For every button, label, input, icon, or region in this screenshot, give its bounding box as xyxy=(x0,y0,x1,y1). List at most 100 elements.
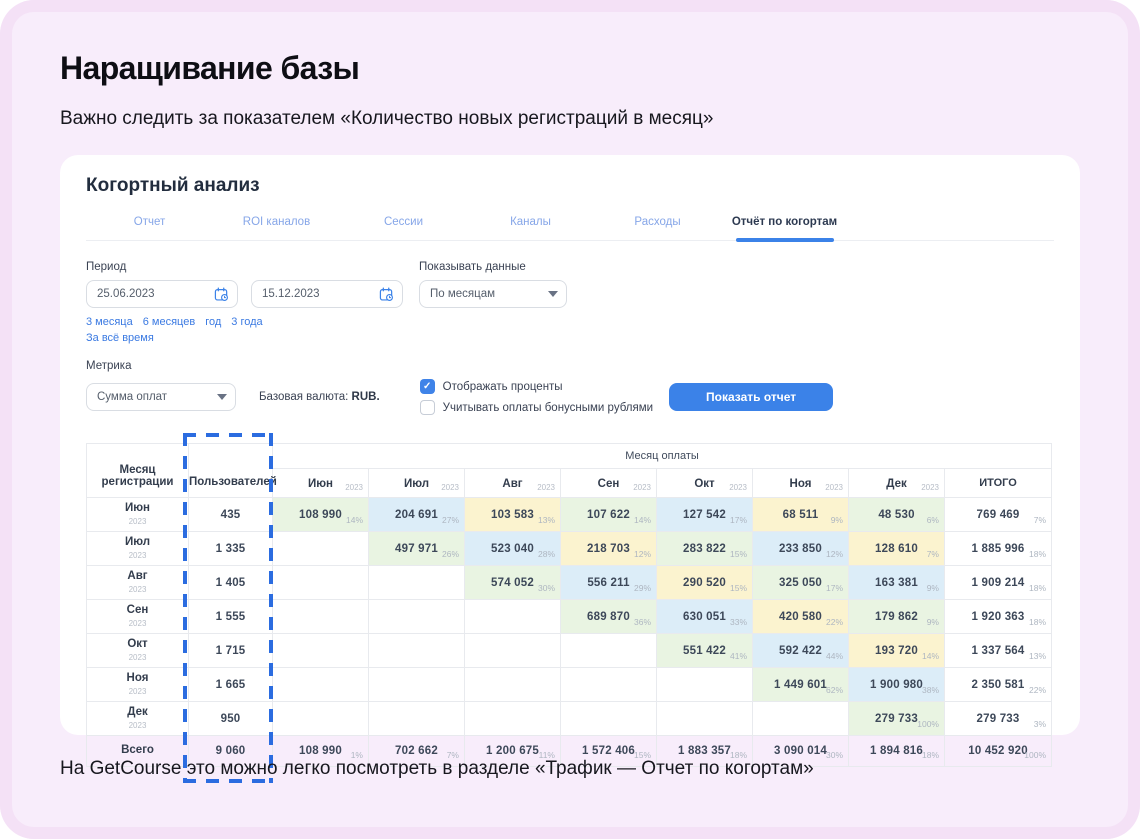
tab-bar: ОтчетROI каналовСессииКаналыРасходыОтчёт… xyxy=(86,210,848,240)
table-row: Авг20231 405574 05230%556 21129%290 5201… xyxy=(87,566,1052,600)
page-title: Наращивание базы xyxy=(60,50,359,87)
period-group: Период 25.06.2023 15.12.2023 xyxy=(86,261,403,344)
cohort-cell xyxy=(369,600,465,634)
calendar-icon[interactable] xyxy=(379,287,394,302)
base-currency: Базовая валюта: RUB. xyxy=(259,391,380,403)
column-header-Сен: Сен2023 xyxy=(561,469,657,498)
table-row: Июл20231 335497 97126%523 04028%218 7031… xyxy=(87,532,1052,566)
cohort-cell xyxy=(369,668,465,702)
row-header: Июл2023 xyxy=(87,532,189,566)
quick-range-1[interactable]: 6 месяцев xyxy=(143,316,195,328)
cohort-cell: 1 900 98038% xyxy=(849,668,945,702)
cohort-cell xyxy=(465,634,561,668)
cohort-cell: 68 5119% xyxy=(753,498,849,532)
checkbox-checked-icon[interactable]: ✓ xyxy=(420,379,435,394)
checkbox-show-percents-label: Отображать проценты xyxy=(443,381,563,393)
tab-kanaly[interactable]: Каналы xyxy=(467,210,594,240)
metric-value: Сумма оплат xyxy=(97,391,167,403)
cohort-cell: 108 99014% xyxy=(273,498,369,532)
row-header: Авг2023 xyxy=(87,566,189,600)
cohort-cell xyxy=(273,532,369,566)
users-cell: 950 xyxy=(189,702,273,736)
show-data-select[interactable]: По месяцам xyxy=(419,280,567,308)
total-cell: 1 885 99618% xyxy=(945,532,1052,566)
row-header: Дек2023 xyxy=(87,702,189,736)
cohort-cell xyxy=(657,702,753,736)
calendar-icon[interactable] xyxy=(214,287,229,302)
chevron-down-icon xyxy=(217,394,227,400)
tab-otchet-po-kogortam[interactable]: Отчёт по когортам xyxy=(721,210,848,240)
base-currency-value: RUB. xyxy=(352,391,380,403)
column-header-Июл: Июл2023 xyxy=(369,469,465,498)
registration-month-header: Месяц регистрации xyxy=(87,444,189,498)
cohort-cell: 179 8629% xyxy=(849,600,945,634)
quick-ranges: 3 месяца 6 месяцев год 3 года xyxy=(86,316,403,328)
cohort-analysis-card: Когортный анализ ОтчетROI каналовСессииК… xyxy=(60,155,1080,735)
cohort-cell: 204 69127% xyxy=(369,498,465,532)
checkbox-show-percents[interactable]: ✓ Отображать проценты xyxy=(420,379,653,394)
cohort-cell: 233 85012% xyxy=(753,532,849,566)
cohort-table-section: Месяц регистрацииПользователейМесяц опла… xyxy=(86,443,1054,767)
cohort-cell: 325 05017% xyxy=(753,566,849,600)
row-header: Июн2023 xyxy=(87,498,189,532)
quick-range-3[interactable]: 3 года xyxy=(231,316,262,328)
metric-select[interactable]: Сумма оплат xyxy=(86,383,236,411)
table-row: Сен20231 555689 87036%630 05133%420 5802… xyxy=(87,600,1052,634)
tab-sessii[interactable]: Сессии xyxy=(340,210,467,240)
table-row: Дек2023950279 733100%279 7333% xyxy=(87,702,1052,736)
show-data-group: Показывать данные По месяцам xyxy=(419,261,567,344)
cohort-cell: 574 05230% xyxy=(465,566,561,600)
table-row: Окт20231 715551 42241%592 42244%193 7201… xyxy=(87,634,1052,668)
metric-label: Метрика xyxy=(86,360,1054,372)
checkbox-unchecked-icon[interactable] xyxy=(420,400,435,415)
table-row: Ноя20231 6651 449 60162%1 900 98038%2 35… xyxy=(87,668,1052,702)
cohort-cell: 290 52015% xyxy=(657,566,753,600)
cohort-cell: 193 72014% xyxy=(849,634,945,668)
grand-total-cell: 10 452 920100% xyxy=(945,736,1052,767)
cohort-cell: 420 58022% xyxy=(753,600,849,634)
total-cell: 2 350 58122% xyxy=(945,668,1052,702)
quick-range-0[interactable]: 3 месяца xyxy=(86,316,133,328)
date-from-input[interactable]: 25.06.2023 xyxy=(86,280,238,308)
cohort-cell: 630 05133% xyxy=(657,600,753,634)
quick-range-2[interactable]: год xyxy=(205,316,221,328)
date-from-value: 25.06.2023 xyxy=(97,288,155,300)
cohort-cell: 689 87036% xyxy=(561,600,657,634)
total-column-header: ИТОГО xyxy=(945,469,1052,498)
cohort-cell: 107 62214% xyxy=(561,498,657,532)
checkbox-bonus-rubles[interactable]: Учитывать оплаты бонусными рублями xyxy=(420,400,653,415)
quick-range-all-time[interactable]: За всё время xyxy=(86,332,154,344)
cohort-cell: 128 6107% xyxy=(849,532,945,566)
cohort-table: Месяц регистрацииПользователейМесяц опла… xyxy=(86,443,1052,767)
tab-roi-kanalov[interactable]: ROI каналов xyxy=(213,210,340,240)
users-cell: 1 665 xyxy=(189,668,273,702)
cohort-cell xyxy=(369,634,465,668)
column-header-Июн: Июн2023 xyxy=(273,469,369,498)
chevron-down-icon xyxy=(548,291,558,297)
show-data-value: По месяцам xyxy=(430,288,495,300)
cohort-cell xyxy=(465,600,561,634)
users-column-header: Пользователей xyxy=(189,444,273,498)
total-cell: 769 4697% xyxy=(945,498,1052,532)
footer-note: На GetCourse это можно легко посмотреть … xyxy=(60,758,814,780)
cohort-cell: 103 58313% xyxy=(465,498,561,532)
cohort-cell xyxy=(561,702,657,736)
cohort-cell: 497 97126% xyxy=(369,532,465,566)
tab-bar-rule: ОтчетROI каналовСессииКаналыРасходыОтчёт… xyxy=(86,210,1054,241)
cohort-cell: 523 04028% xyxy=(465,532,561,566)
tab-rashody[interactable]: Расходы xyxy=(594,210,721,240)
cohort-cell: 279 733100% xyxy=(849,702,945,736)
cohort-cell: 1 894 81618% xyxy=(849,736,945,767)
users-cell: 1 405 xyxy=(189,566,273,600)
row-header: Сен2023 xyxy=(87,600,189,634)
show-report-button[interactable]: Показать отчет xyxy=(669,383,833,411)
cohort-cell xyxy=(561,634,657,668)
payment-month-header: Месяц оплаты xyxy=(273,444,1052,469)
cohort-cell: 163 3819% xyxy=(849,566,945,600)
tab-otchet[interactable]: Отчет xyxy=(86,210,213,240)
cohort-cell xyxy=(273,566,369,600)
column-header-Авг: Авг2023 xyxy=(465,469,561,498)
checkbox-group: ✓ Отображать проценты Учитывать оплаты б… xyxy=(420,379,653,415)
date-to-input[interactable]: 15.12.2023 xyxy=(251,280,403,308)
base-currency-label: Базовая валюта: xyxy=(259,391,348,403)
